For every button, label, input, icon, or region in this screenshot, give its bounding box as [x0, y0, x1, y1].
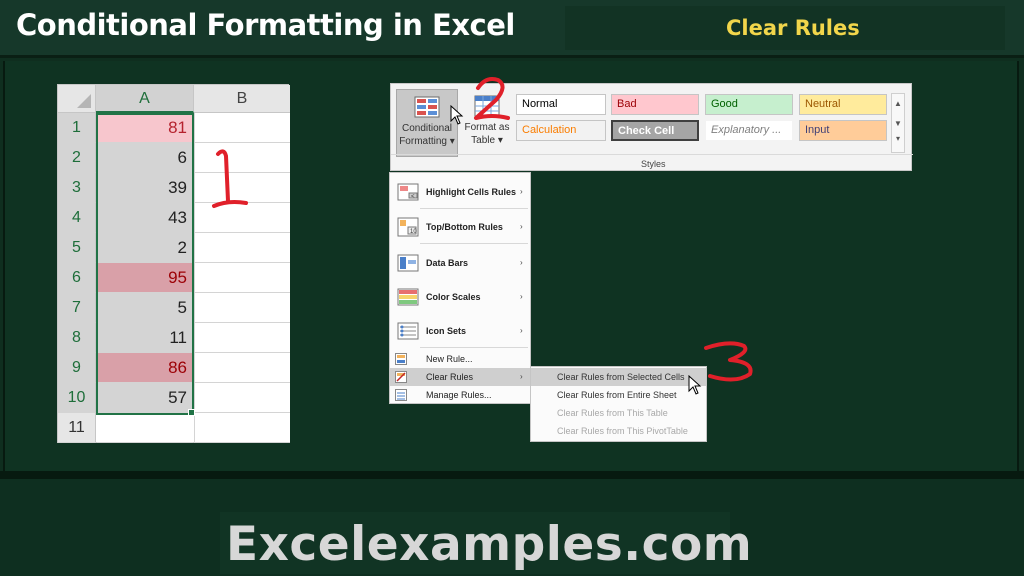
cell-b11[interactable]	[194, 413, 290, 443]
ribbon-styles-group: Conditional Formatting ▾ Format as Table…	[390, 83, 913, 171]
menu-divider	[420, 208, 528, 209]
cell-a10[interactable]: 57	[97, 383, 193, 413]
cell-b5[interactable]	[194, 233, 290, 263]
svg-text:<: <	[411, 194, 415, 200]
fill-handle[interactable]	[188, 409, 195, 416]
format-as-table-button[interactable]: Format as Table ▾	[461, 89, 513, 157]
scroll-down-icon[interactable]: ▼	[892, 114, 904, 134]
row-header[interactable]: 4	[58, 203, 96, 233]
cell-a3[interactable]: 39	[97, 173, 193, 203]
top-bottom-icon: 10	[397, 217, 419, 237]
menu-item-data-bars[interactable]: Data Bars ›	[390, 254, 530, 272]
cell-b8[interactable]	[194, 323, 290, 353]
clear-rules-this-pivottable: Clear Rules from This PivotTable	[557, 426, 688, 436]
ribbon-divider	[391, 154, 913, 155]
manage-rules-icon	[395, 389, 407, 401]
submenu-arrow-icon: ›	[520, 258, 523, 267]
cell-a7[interactable]: 5	[97, 293, 193, 323]
select-all-corner[interactable]	[58, 85, 96, 113]
highlight-cells-icon: <	[397, 183, 419, 201]
menu-item-highlight-cells-rules[interactable]: < Highlight Cells Rules ›	[390, 183, 530, 201]
cell-b1[interactable]	[194, 113, 290, 143]
menu-item-top-bottom-rules[interactable]: 10 Top/Bottom Rules ›	[390, 217, 530, 237]
menu-divider	[420, 243, 528, 244]
new-rule-icon	[395, 353, 407, 365]
style-normal[interactable]: Normal	[516, 94, 606, 115]
row-header[interactable]: 3	[58, 173, 96, 203]
row-header[interactable]: 11	[58, 413, 96, 443]
cell-b7[interactable]	[194, 293, 290, 323]
row-header[interactable]: 9	[58, 353, 96, 383]
style-explanatory[interactable]: Explanatory ...	[705, 120, 793, 141]
style-neutral[interactable]: Neutral	[799, 94, 887, 115]
cell-a11[interactable]	[97, 413, 193, 443]
row-header[interactable]: 2	[58, 143, 96, 173]
cell-a8[interactable]: 11	[97, 323, 193, 353]
more-styles-icon[interactable]: ▾	[892, 134, 904, 144]
menu-item-clear-rules[interactable]: Clear Rules ›	[390, 368, 530, 386]
page-subtitle: Clear Rules	[726, 16, 860, 40]
cell-b2[interactable]	[194, 143, 290, 173]
conditional-formatting-button[interactable]: Conditional Formatting ▾	[396, 89, 458, 157]
submenu-arrow-icon: ›	[520, 372, 523, 381]
clear-rules-entire-sheet[interactable]: Clear Rules from Entire Sheet	[531, 386, 706, 404]
styles-group-label: Styles	[641, 159, 666, 169]
menu-divider	[420, 347, 528, 348]
color-scales-icon	[397, 288, 419, 306]
divider-strip	[0, 471, 1024, 479]
cell-a1[interactable]: 81	[97, 113, 193, 143]
style-good[interactable]: Good	[705, 94, 793, 115]
spreadsheet: A B 1 2 3 4 5 6 7 8 9 10 11 81 6 39 43 2…	[57, 84, 290, 443]
submenu-arrow-icon: ›	[520, 326, 523, 335]
clear-rules-icon	[395, 371, 407, 383]
style-calculation[interactable]: Calculation	[516, 120, 606, 141]
submenu-arrow-icon: ›	[520, 187, 523, 196]
submenu-arrow-icon: ›	[520, 292, 523, 301]
site-name: Excelexamples.com	[226, 517, 753, 572]
conditional-formatting-label-1: Conditional	[401, 123, 453, 134]
cell-b9[interactable]	[194, 353, 290, 383]
cell-a2[interactable]: 6	[97, 143, 193, 173]
menu-item-new-rule[interactable]: New Rule...	[390, 350, 530, 368]
format-as-table-label-2: Table ▾	[471, 135, 503, 146]
row-header[interactable]: 10	[58, 383, 96, 413]
row-header[interactable]: 5	[58, 233, 96, 263]
cell-b4[interactable]	[194, 203, 290, 233]
clear-rules-selected-cells[interactable]: Clear Rules from Selected Cells	[531, 368, 706, 386]
styles-gallery-scroller[interactable]: ▲ ▼ ▾	[891, 93, 905, 153]
conditional-formatting-label-2: Formatting ▾	[399, 136, 455, 147]
scroll-up-icon[interactable]: ▲	[892, 94, 904, 114]
menu-item-manage-rules[interactable]: Manage Rules...	[390, 386, 530, 404]
page-title: Conditional Formatting in Excel	[16, 8, 515, 42]
column-header-a[interactable]: A	[96, 85, 194, 113]
submenu-arrow-icon: ›	[520, 222, 523, 231]
cell-a4[interactable]: 43	[97, 203, 193, 233]
clear-rules-this-table: Clear Rules from This Table	[557, 408, 668, 418]
menu-item-color-scales[interactable]: Color Scales ›	[390, 288, 530, 306]
icon-sets-icon	[397, 322, 419, 340]
menu-item-icon-sets[interactable]: Icon Sets ›	[390, 322, 530, 340]
cell-b10[interactable]	[194, 383, 290, 413]
format-as-table-label-1: Format as	[464, 122, 510, 133]
clear-rules-submenu: Clear Rules from Selected Cells Clear Ru…	[530, 366, 707, 442]
data-bars-icon	[397, 254, 419, 272]
row-header[interactable]: 8	[58, 323, 96, 353]
style-input[interactable]: Input	[799, 120, 887, 141]
column-header-b[interactable]: B	[194, 85, 290, 113]
conditional-formatting-icon	[414, 96, 440, 118]
cell-b6[interactable]	[194, 263, 290, 293]
format-as-table-icon	[474, 95, 500, 117]
style-bad[interactable]: Bad	[611, 94, 699, 115]
row-header[interactable]: 7	[58, 293, 96, 323]
cell-a6[interactable]: 95	[97, 263, 193, 293]
svg-text:10: 10	[410, 229, 417, 235]
style-check-cell[interactable]: Check Cell	[611, 120, 699, 141]
row-header[interactable]: 1	[58, 113, 96, 143]
row-header[interactable]: 6	[58, 263, 96, 293]
cell-b3[interactable]	[194, 173, 290, 203]
conditional-formatting-menu: < Highlight Cells Rules › 10 Top/Bottom R…	[389, 172, 531, 404]
cell-a5[interactable]: 2	[97, 233, 193, 263]
cell-a9[interactable]: 86	[97, 353, 193, 383]
